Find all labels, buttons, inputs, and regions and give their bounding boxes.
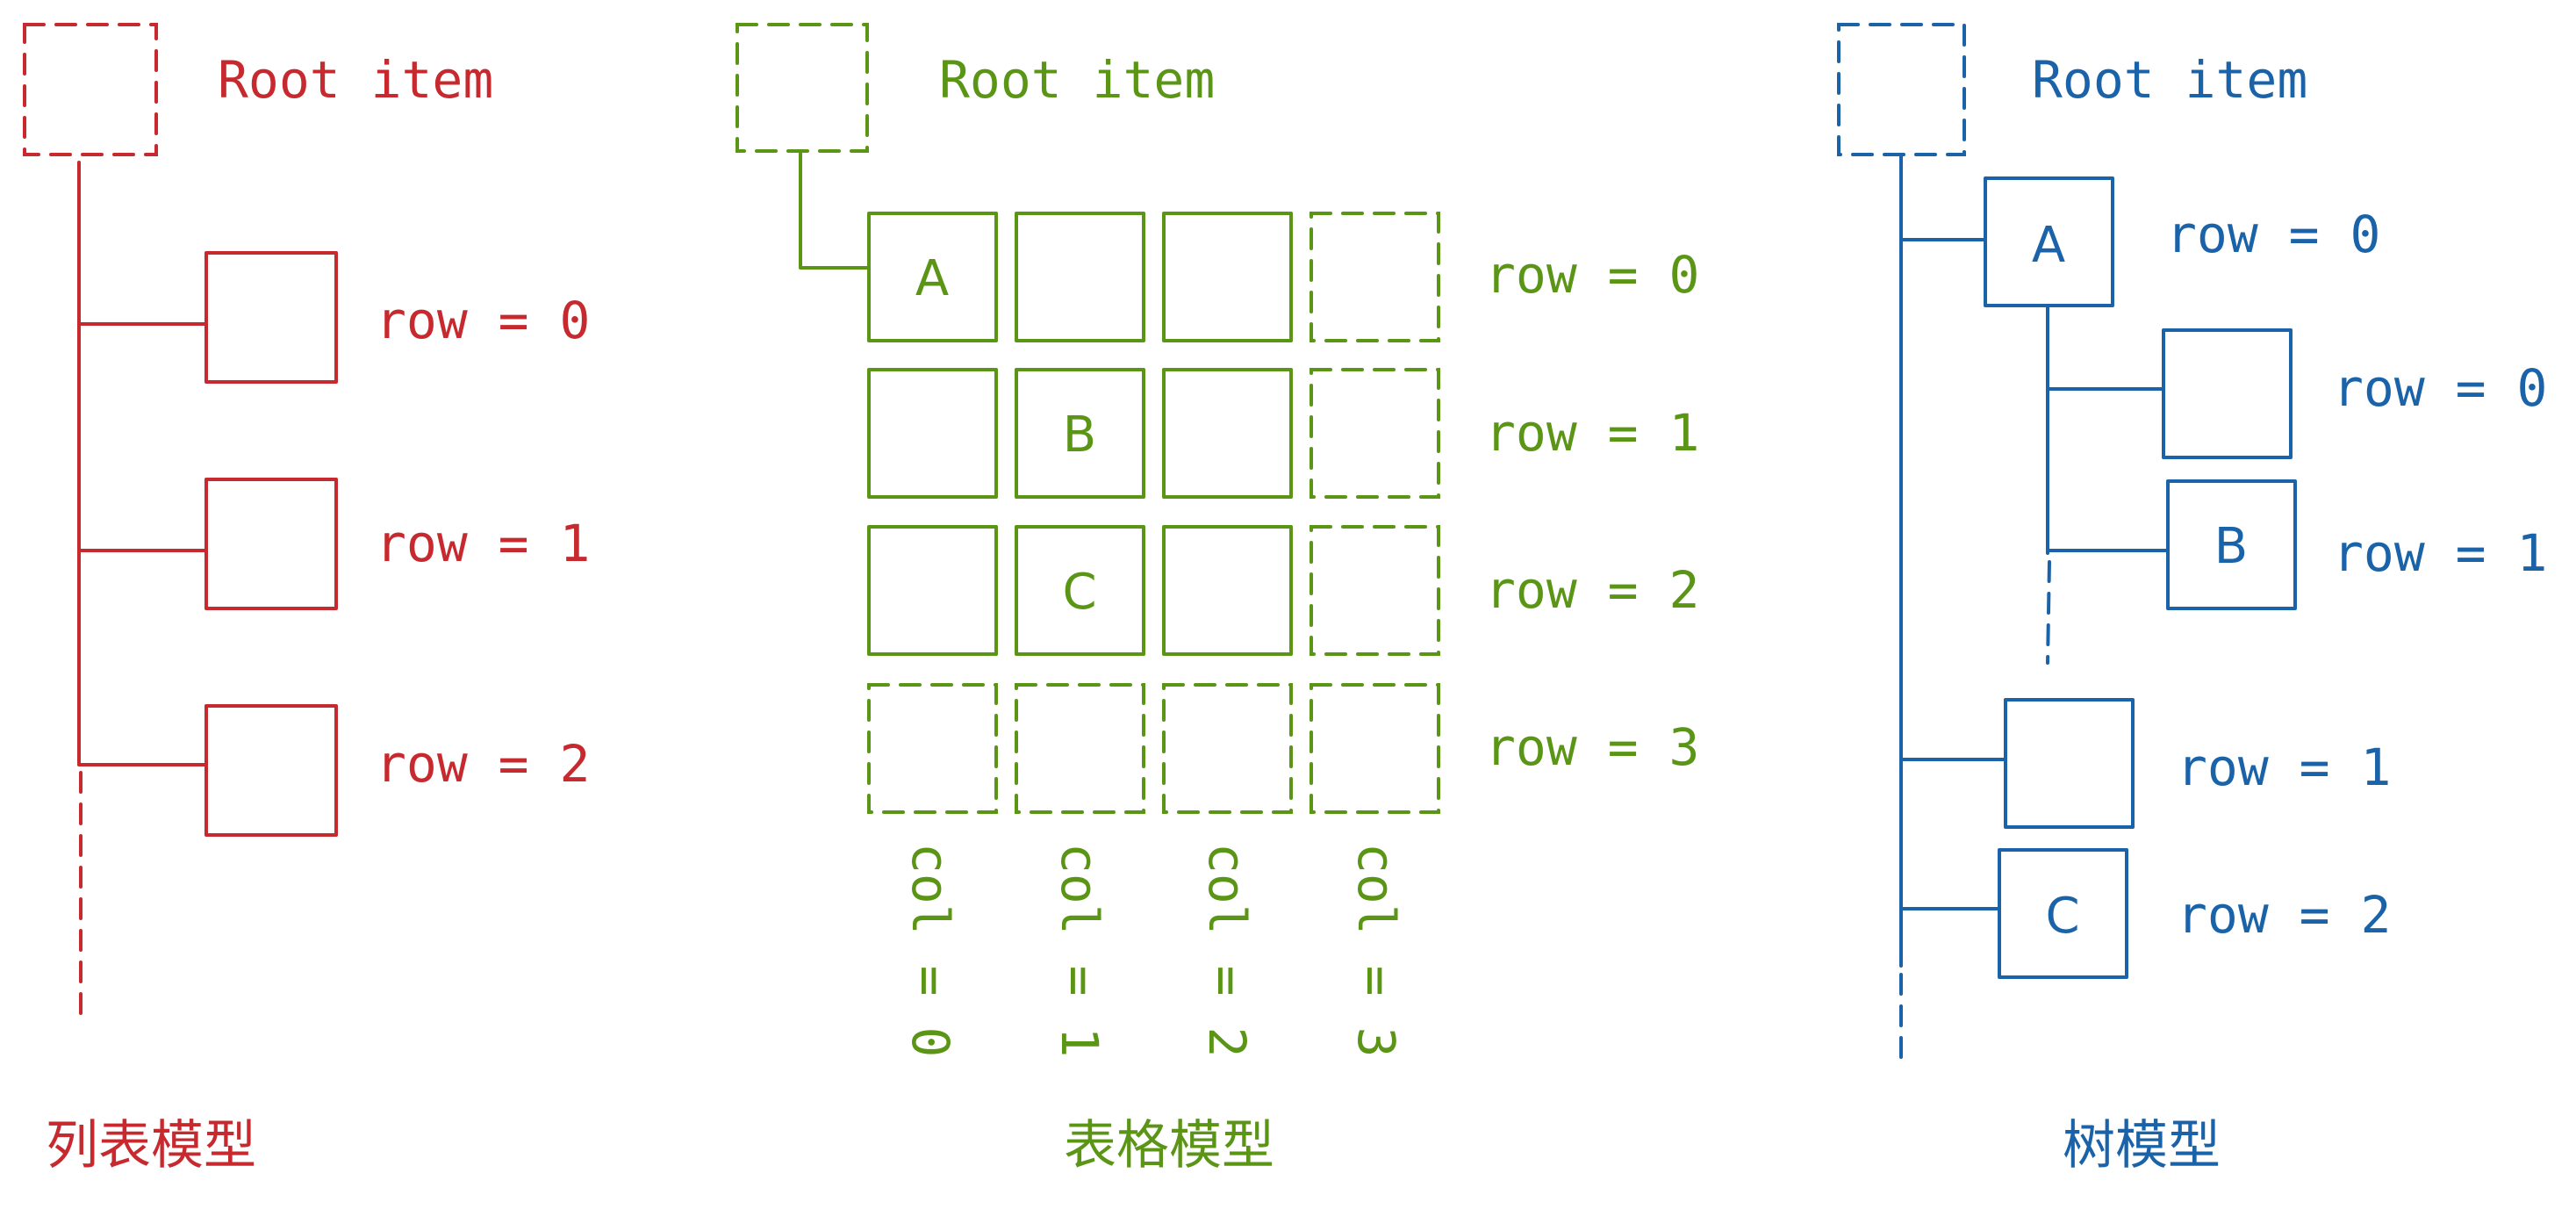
tree-row-label-top1: row = 1 (2177, 738, 2391, 797)
table-row-label-3: row = 3 (1485, 717, 1699, 777)
table-cell-r1-c0 (867, 368, 998, 499)
tree-root-label: Root item (2032, 50, 2307, 110)
table-cell-c-label: C (1062, 564, 1096, 621)
tree-top1-box (2004, 698, 2135, 829)
table-cell-r1-c3 (1310, 368, 1440, 499)
table-cell-r3-c3 (1310, 683, 1440, 814)
list-row-label-0: row = 0 (376, 291, 590, 350)
table-cell-r2-c0 (867, 525, 998, 656)
list-item-box-0 (205, 251, 338, 384)
table-row-label-2: row = 2 (1485, 560, 1699, 620)
table-root-box (735, 23, 869, 153)
table-cell-b-label: B (1063, 407, 1096, 464)
table-model-caption: 表格模型 (1064, 1115, 1274, 1177)
tree-row-label-a: row = 0 (2166, 205, 2380, 264)
tree-a-child-continuation (2046, 560, 2051, 665)
list-row-label-1: row = 1 (376, 514, 590, 573)
table-cell-r0-c1 (1015, 212, 1145, 342)
table-cell-r2-c2 (1162, 525, 1293, 656)
tree-a-child0-box (2162, 328, 2293, 459)
table-col-label-3: col = 3 (1346, 843, 1406, 1057)
table-cell-r0-c3 (1310, 212, 1440, 342)
table-cell-r0-c2 (1162, 212, 1293, 342)
table-cell-r3-c1 (1015, 683, 1145, 814)
table-cell-r3-c0 (867, 683, 998, 814)
list-row-label-2: row = 2 (376, 734, 590, 794)
table-cell-r2-c3 (1310, 525, 1440, 656)
list-root-label: Root item (218, 50, 493, 110)
tree-row-label-a-child1: row = 1 (2333, 523, 2547, 583)
list-item-box-1 (205, 478, 338, 610)
list-root-box (23, 23, 158, 156)
list-model: Root item row = 0 row = 1 row = 2 列表模型 (23, 23, 590, 1177)
models-diagram: Root item row = 0 row = 1 row = 2 列表模型 R… (23, 23, 2547, 1177)
table-row-label-1: row = 1 (1485, 403, 1699, 463)
table-cell-r1-c2 (1162, 368, 1293, 499)
tree-node-b-label: B (2214, 518, 2248, 575)
table-col-label-0: col = 0 (901, 843, 960, 1057)
table-col-label-1: col = 1 (1050, 843, 1109, 1057)
tree-row-label-top2: row = 2 (2177, 885, 2391, 945)
tree-model: Root item A row = 0 row = 0 B row = 1 ro… (1837, 23, 2547, 1177)
tree-node-a-label: A (2032, 217, 2065, 274)
list-model-caption: 列表模型 (46, 1115, 256, 1177)
tree-model-caption: 树模型 (2063, 1115, 2221, 1177)
table-root-label: Root item (939, 50, 1215, 110)
table-model: Root item A B C row = 0 row = 1 row = 2 … (735, 23, 1699, 1177)
tree-root-box (1837, 23, 1966, 156)
table-cell-a-label: A (915, 250, 949, 307)
table-root-connector (799, 149, 871, 270)
tree-node-c-label: C (2045, 888, 2079, 945)
tree-row-label-a-child0: row = 0 (2333, 358, 2547, 418)
table-cell-r3-c2 (1162, 683, 1293, 814)
list-item-box-2 (205, 704, 338, 837)
table-row-label-0: row = 0 (1485, 245, 1699, 305)
table-col-label-2: col = 2 (1197, 843, 1257, 1057)
